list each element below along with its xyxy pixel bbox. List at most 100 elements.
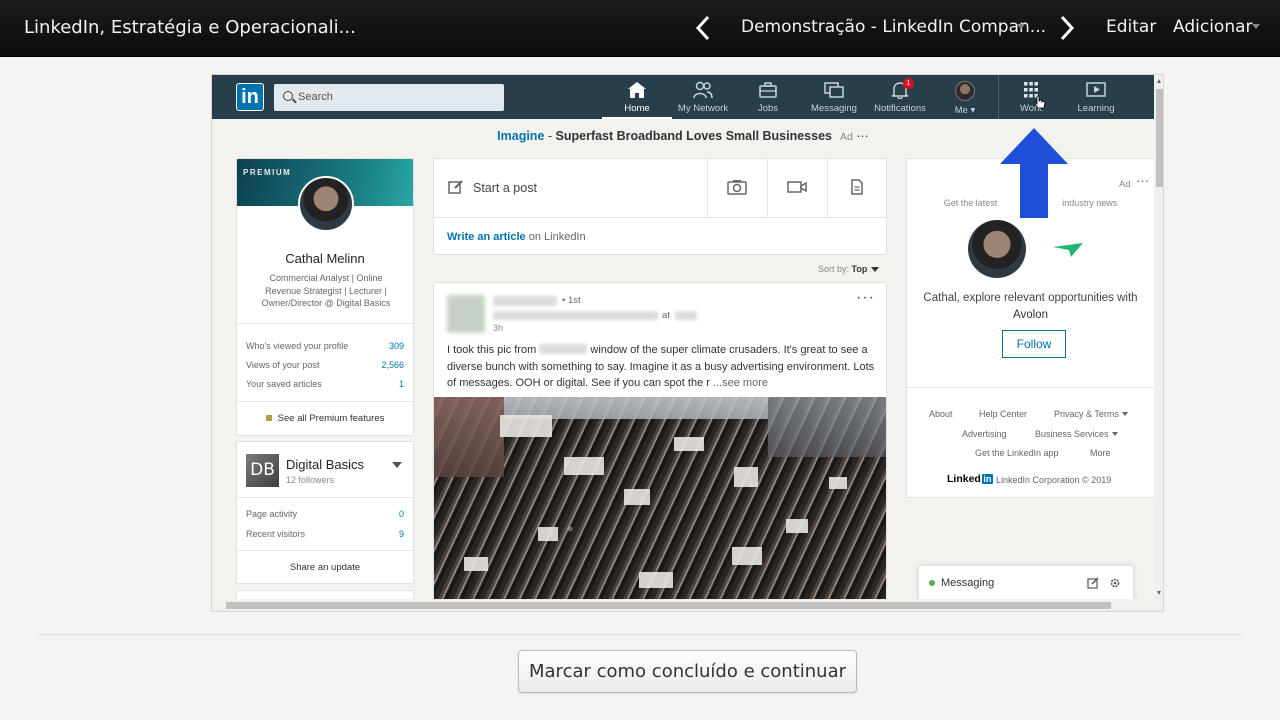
post-author-avatar[interactable] bbox=[447, 295, 485, 333]
video-player[interactable]: in Search Home My Network Jobs Messaging… bbox=[211, 74, 1164, 612]
messaging-label: Messaging bbox=[941, 577, 995, 589]
divider bbox=[707, 159, 708, 217]
more-icon[interactable]: ··· bbox=[1136, 173, 1149, 188]
profile-photo[interactable] bbox=[298, 176, 354, 232]
protest-sign bbox=[786, 519, 808, 533]
nav-my-network[interactable]: My Network bbox=[668, 81, 738, 117]
nav-home[interactable]: Home bbox=[602, 81, 672, 119]
ad-company[interactable]: Avolon bbox=[1013, 309, 1048, 321]
edit-button[interactable]: Editar bbox=[1106, 17, 1156, 37]
divider bbox=[767, 159, 768, 217]
footer-link-privacy[interactable]: Privacy & Terms bbox=[1054, 409, 1128, 419]
lesson-selector[interactable]: Demonstração - LinkedIn Compan... bbox=[741, 17, 1046, 37]
see-more-link[interactable]: ...see more bbox=[710, 377, 768, 389]
footer-link-more[interactable]: More bbox=[1090, 448, 1111, 458]
nav-label: Work bbox=[1020, 103, 1042, 114]
divider bbox=[237, 497, 413, 498]
write-article-link[interactable]: Write an article on LinkedIn bbox=[447, 231, 586, 243]
chevron-down-icon bbox=[1121, 412, 1128, 416]
messaging-bar[interactable]: Messaging bbox=[918, 565, 1134, 600]
ad-message: Cathal, explore relevant opportunities w… bbox=[907, 290, 1154, 323]
ad-separator: - bbox=[544, 129, 556, 143]
sort-label: Sort by: bbox=[818, 264, 852, 274]
gear-icon[interactable] bbox=[1109, 577, 1121, 589]
document-icon[interactable] bbox=[847, 179, 867, 195]
scroll-up-icon[interactable] bbox=[1157, 79, 1161, 83]
nav-label: My Network bbox=[677, 103, 729, 114]
people-icon bbox=[693, 81, 713, 99]
ad-headline[interactable]: Superfast Broadband Loves Small Business… bbox=[556, 129, 832, 143]
mark-complete-button[interactable]: Marcar como concluído e continuar bbox=[518, 650, 857, 693]
add-button[interactable]: Adicionar bbox=[1173, 17, 1253, 37]
footer-link-advertising[interactable]: Advertising bbox=[962, 429, 1007, 439]
premium-link-label: See all Premium features bbox=[277, 413, 385, 424]
stat-value: 0 bbox=[398, 509, 404, 519]
nav-learning[interactable]: Learning bbox=[1061, 81, 1131, 117]
footer-link-label: Privacy & Terms bbox=[1054, 409, 1119, 419]
scrollbar-thumb[interactable] bbox=[1156, 89, 1163, 187]
more-options-icon[interactable]: ··· bbox=[856, 289, 875, 307]
scroll-down-icon[interactable] bbox=[1157, 591, 1161, 595]
compose-icon[interactable] bbox=[1087, 577, 1099, 589]
footer-link-app[interactable]: Get the LinkedIn app bbox=[975, 448, 1059, 458]
footer-link-business[interactable]: Business Services bbox=[1035, 429, 1118, 439]
avolon-logo-icon bbox=[1053, 243, 1083, 257]
stat-row[interactable]: Recent visitors 9 bbox=[246, 529, 404, 539]
linkedin-logo[interactable]: in bbox=[236, 83, 264, 111]
premium-icon bbox=[265, 415, 272, 421]
pointer-arrow-icon bbox=[1000, 128, 1068, 218]
more-icon[interactable]: ··· bbox=[856, 129, 869, 143]
nav-jobs[interactable]: Jobs bbox=[733, 81, 803, 117]
sort-value: Top bbox=[851, 264, 868, 274]
share-update-button[interactable]: Share an update bbox=[237, 562, 413, 573]
footer-link-about[interactable]: About bbox=[929, 409, 953, 419]
scrollbar-thumb[interactable] bbox=[226, 602, 1111, 609]
course-title[interactable]: LinkedIn, Estratégia e Operacionali... bbox=[24, 17, 356, 38]
notification-badge: 1 bbox=[903, 78, 914, 89]
course-topbar: LinkedIn, Estratégia e Operacionali... D… bbox=[0, 0, 1280, 57]
stat-row[interactable]: Who's viewed your profile 309 bbox=[246, 341, 404, 351]
camera-icon[interactable] bbox=[727, 179, 747, 195]
post-image[interactable] bbox=[434, 397, 886, 611]
protest-sign bbox=[500, 415, 552, 437]
stat-row[interactable]: Your saved articles 1 bbox=[246, 379, 404, 389]
premium-features-link[interactable]: See all Premium features bbox=[237, 413, 413, 424]
divider bbox=[237, 401, 413, 402]
follow-button[interactable]: Follow bbox=[1002, 330, 1066, 358]
wordmark-in: in bbox=[981, 474, 993, 484]
protest-sign bbox=[624, 489, 650, 505]
sort-by-dropdown[interactable]: Sort by: Top bbox=[818, 264, 880, 274]
chevron-down-icon[interactable] bbox=[1252, 24, 1260, 29]
ad-message-text: Cathal, explore relevant opportunities w… bbox=[923, 292, 1138, 304]
user-avatar bbox=[968, 220, 1026, 278]
vertical-scrollbar[interactable] bbox=[1154, 75, 1163, 599]
stat-row[interactable]: Views of your post 2,566 bbox=[246, 360, 404, 370]
horizontal-scrollbar[interactable] bbox=[212, 599, 1163, 611]
company-name[interactable]: Digital Basics bbox=[286, 457, 364, 472]
post-text: I took this pic from window of the super… bbox=[447, 342, 879, 392]
chevron-down-icon[interactable] bbox=[392, 462, 402, 468]
connection-degree: • 1st bbox=[562, 295, 581, 306]
protest-sign bbox=[734, 467, 758, 487]
chevron-down-icon bbox=[1111, 432, 1118, 436]
nav-notifications[interactable]: 1 Notifications bbox=[865, 78, 935, 117]
chevron-down-icon[interactable] bbox=[1017, 24, 1025, 29]
author-at: at bbox=[662, 310, 670, 321]
blurred-author-name bbox=[493, 296, 557, 306]
company-logo[interactable]: DB bbox=[246, 454, 279, 487]
chat-icon bbox=[824, 82, 844, 98]
footer-link-help[interactable]: Help Center bbox=[979, 409, 1027, 419]
nav-messaging[interactable]: Messaging bbox=[799, 81, 869, 117]
start-post-button[interactable]: Start a post bbox=[473, 181, 537, 195]
ad-tagline-part: Get the latest bbox=[943, 198, 1000, 208]
previous-lesson-button[interactable] bbox=[690, 12, 716, 44]
next-lesson-button[interactable] bbox=[1054, 12, 1080, 44]
search-input[interactable]: Search bbox=[274, 84, 504, 111]
stat-row[interactable]: Page activity 0 bbox=[246, 509, 404, 519]
video-icon[interactable] bbox=[787, 179, 807, 195]
ad-brand[interactable]: Imagine bbox=[497, 129, 544, 143]
nav-work[interactable]: Work bbox=[996, 81, 1066, 117]
write-article-suffix: on LinkedIn bbox=[525, 231, 586, 243]
nav-me[interactable]: Me ▾ bbox=[930, 81, 1000, 117]
profile-name[interactable]: Cathal Melinn bbox=[237, 251, 413, 266]
